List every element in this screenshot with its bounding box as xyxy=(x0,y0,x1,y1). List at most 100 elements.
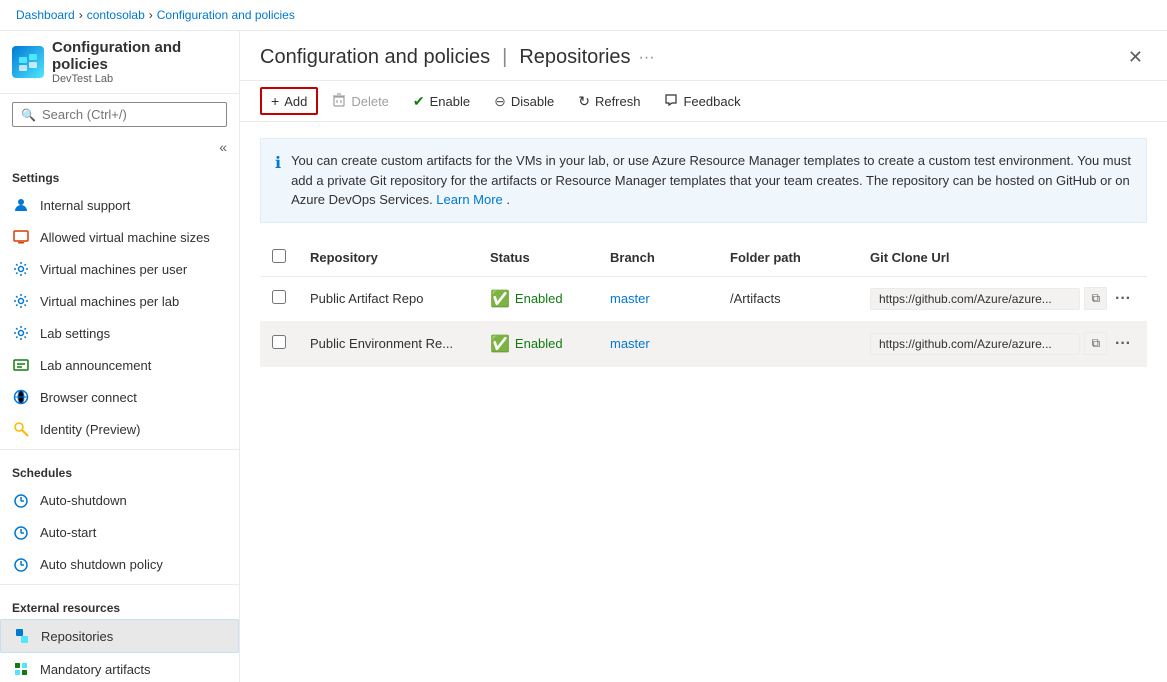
feedback-button[interactable]: Feedback xyxy=(654,88,750,115)
branch-2: master xyxy=(598,321,718,366)
page-subtitle: Repositories xyxy=(519,46,630,69)
gear-icon xyxy=(12,260,30,278)
sidebar-item-auto-shutdown-policy[interactable]: Auto shutdown policy xyxy=(0,548,239,580)
sidebar-item-label: Allowed virtual machine sizes xyxy=(40,230,210,245)
gear-icon-2 xyxy=(12,292,30,310)
col-header-url: Git Clone Url xyxy=(858,239,1147,277)
breadcrumb-dashboard[interactable]: Dashboard xyxy=(16,8,75,22)
sidebar-item-allowed-vm-sizes[interactable]: Allowed virtual machine sizes xyxy=(0,221,239,253)
repo-name-1: Public Artifact Repo xyxy=(298,276,478,321)
sidebar-item-auto-shutdown[interactable]: Auto-shutdown xyxy=(0,484,239,516)
section-label-schedules: Schedules xyxy=(0,454,239,484)
add-label: Add xyxy=(284,94,307,109)
user-icon xyxy=(12,196,30,214)
feedback-label: Feedback xyxy=(683,94,740,109)
sidebar-item-browser-connect[interactable]: Browser connect xyxy=(0,381,239,413)
sidebar-item-label: Lab settings xyxy=(40,326,110,341)
row-checkbox-2[interactable] xyxy=(272,335,286,349)
key-icon xyxy=(12,420,30,438)
info-text: You can create custom artifacts for the … xyxy=(291,151,1132,210)
delete-label: Delete xyxy=(351,94,389,109)
sidebar-item-label: Virtual machines per lab xyxy=(40,294,179,309)
refresh-icon: ↻ xyxy=(578,93,590,110)
monitor-icon xyxy=(12,228,30,246)
collapse-button[interactable]: « xyxy=(215,135,231,159)
sidebar-item-label: Virtual machines per user xyxy=(40,262,187,277)
sidebar-item-label: Browser connect xyxy=(40,390,137,405)
col-header-branch: Branch xyxy=(598,239,718,277)
enable-button[interactable]: ✔ Enable xyxy=(403,88,480,115)
search-input[interactable] xyxy=(42,107,218,122)
status-badge-1: ✅ Enabled xyxy=(490,289,586,309)
sidebar-item-label: Auto-start xyxy=(40,525,96,540)
info-banner: ℹ You can create custom artifacts for th… xyxy=(260,138,1147,223)
table-row: Public Artifact Repo ✅ Enabled master /A… xyxy=(260,276,1147,321)
sidebar-item-lab-announcement[interactable]: Lab announcement xyxy=(0,349,239,381)
clock-icon xyxy=(12,491,30,509)
url-text-2: https://github.com/Azure/azure... xyxy=(870,333,1080,355)
enable-icon: ✔ xyxy=(413,93,425,110)
sidebar: Configuration and policies DevTest Lab 🔍… xyxy=(0,31,240,682)
sidebar-item-repositories[interactable]: Repositories xyxy=(0,619,239,653)
status-badge-2: ✅ Enabled xyxy=(490,334,586,354)
breadcrumb-lab[interactable]: contosolab xyxy=(87,8,145,22)
search-box[interactable]: 🔍 xyxy=(12,102,227,127)
sidebar-item-label: Mandatory artifacts xyxy=(40,662,151,677)
sidebar-item-label: Lab announcement xyxy=(40,358,151,373)
url-copy-button-1[interactable]: ⧉ xyxy=(1084,287,1107,310)
sidebar-item-lab-settings[interactable]: Lab settings xyxy=(0,317,239,349)
disable-button[interactable]: ⊖ Disable xyxy=(484,88,564,115)
status-icon-1: ✅ xyxy=(490,289,510,309)
delete-icon xyxy=(332,93,346,110)
sidebar-header: Configuration and policies DevTest Lab xyxy=(0,31,239,94)
sidebar-item-vm-per-lab[interactable]: Virtual machines per lab xyxy=(0,285,239,317)
gear-icon-3 xyxy=(12,324,30,342)
col-header-status: Status xyxy=(478,239,598,277)
folder-path-1: /Artifacts xyxy=(718,276,858,321)
add-button[interactable]: + Add xyxy=(260,87,318,115)
refresh-label: Refresh xyxy=(595,94,641,109)
url-more-button-1[interactable]: ··· xyxy=(1111,287,1135,311)
sidebar-item-mandatory-artifacts[interactable]: Mandatory artifacts xyxy=(0,653,239,682)
repo-icon xyxy=(13,627,31,645)
clock-icon-2 xyxy=(12,523,30,541)
globe-icon xyxy=(12,388,30,406)
disable-label: Disable xyxy=(511,94,554,109)
announcement-icon xyxy=(12,356,30,374)
table-row: Public Environment Re... ✅ Enabled maste… xyxy=(260,321,1147,366)
sidebar-item-internal-support[interactable]: Internal support xyxy=(0,189,239,221)
sidebar-item-label: Internal support xyxy=(40,198,130,213)
row-checkbox-1[interactable] xyxy=(272,290,286,304)
plus-icon: + xyxy=(271,93,279,109)
sidebar-item-identity[interactable]: Identity (Preview) xyxy=(0,413,239,445)
url-more-button-2[interactable]: ··· xyxy=(1111,332,1135,356)
folder-path-2 xyxy=(718,321,858,366)
repositories-table-container: Repository Status Branch Folder path Git… xyxy=(240,239,1167,682)
sidebar-item-label: Auto-shutdown xyxy=(40,493,127,508)
page-title: Configuration and policies xyxy=(260,46,490,69)
sidebar-item-vm-per-user[interactable]: Virtual machines per user xyxy=(0,253,239,285)
sidebar-item-label: Auto shutdown policy xyxy=(40,557,163,572)
main-content: Configuration and policies | Repositorie… xyxy=(240,31,1167,682)
section-label-settings: Settings xyxy=(0,159,239,189)
delete-button[interactable]: Delete xyxy=(322,88,399,115)
col-header-repository: Repository xyxy=(298,239,478,277)
select-all-checkbox[interactable] xyxy=(272,249,286,263)
sidebar-app-subtitle: DevTest Lab xyxy=(52,73,227,85)
info-icon: ℹ xyxy=(275,152,281,210)
sidebar-item-auto-start[interactable]: Auto-start xyxy=(0,516,239,548)
sidebar-app-title: Configuration and policies xyxy=(52,39,227,73)
breadcrumb-config[interactable]: Configuration and policies xyxy=(157,8,295,22)
learn-more-link[interactable]: Learn More xyxy=(436,192,502,207)
col-header-folder: Folder path xyxy=(718,239,858,277)
close-button[interactable]: ✕ xyxy=(1124,43,1147,72)
search-icon: 🔍 xyxy=(21,108,36,122)
page-more-options[interactable]: ··· xyxy=(639,49,655,67)
feedback-icon xyxy=(664,93,678,110)
url-copy-button-2[interactable]: ⧉ xyxy=(1084,332,1107,355)
enable-label: Enable xyxy=(430,94,470,109)
sidebar-item-label: Repositories xyxy=(41,629,113,644)
artifact-icon xyxy=(12,660,30,678)
refresh-button[interactable]: ↻ Refresh xyxy=(568,88,650,115)
repositories-table: Repository Status Branch Folder path Git… xyxy=(260,239,1147,367)
